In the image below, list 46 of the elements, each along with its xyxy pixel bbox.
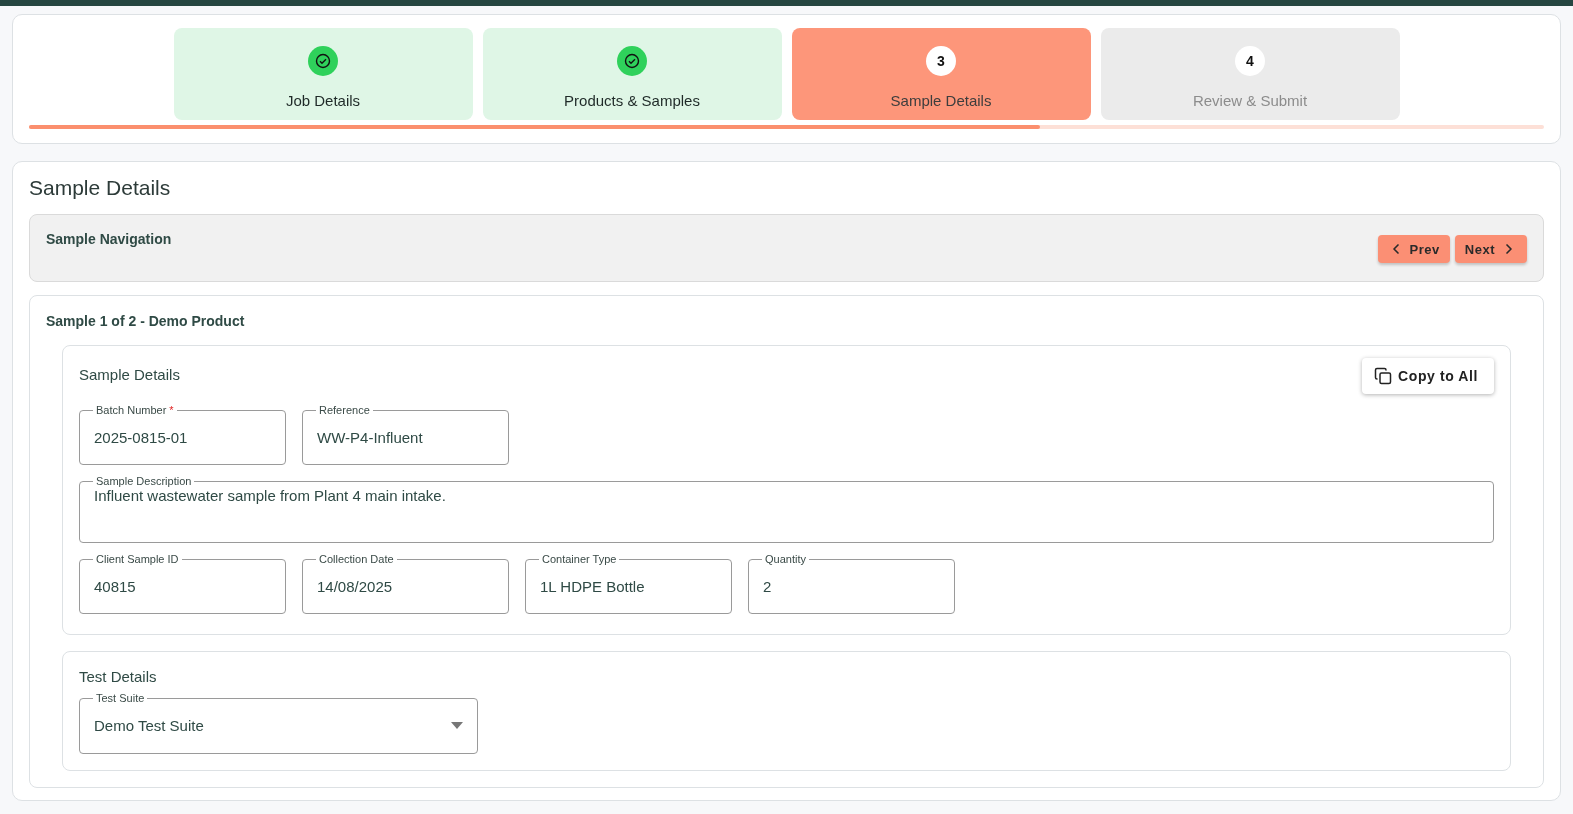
step-label: Sample Details [890,91,992,109]
field-value: 2025-0815-01 [94,428,189,448]
copy-icon [1374,367,1393,385]
field-label: Client Sample ID [95,553,180,565]
step-label: Review & Submit [1192,91,1308,109]
select-field[interactable]: Test Suite Demo Test Suite [79,692,478,754]
input-field[interactable]: Quantity 2 [748,553,955,614]
check-circle-icon [617,45,647,76]
field-value: 1L HDPE Bottle [540,577,646,597]
step-label: Products & Samples [564,91,700,109]
field-label: Container Type [541,553,618,565]
step-number: 3 [926,45,956,76]
step-card[interactable]: Products & Samples [482,28,782,120]
text-area[interactable]: Sample Description Influent wastewater sample from Plant 4 main intake. [79,475,1494,543]
input-field[interactable]: Batch Number * 2025-0815-01 [79,404,286,465]
field-label: Reference [318,404,371,416]
field-value: 40815 [94,577,137,597]
step-label: Job Details [285,91,361,109]
input-field[interactable]: Reference WW-P4-Influent [302,404,509,465]
field-label: Sample Description [95,475,193,487]
page-title: Sample Details [29,176,172,200]
section-title: Sample Details [79,366,180,383]
step-card[interactable]: Job Details [173,28,473,120]
step-number: 4 [1235,45,1265,76]
prev-button[interactable]: Prev [1377,235,1450,263]
section-title: Test Details [79,668,157,685]
field-label: Quantity [764,553,807,565]
input-field[interactable]: Client Sample ID 40815 [79,553,286,614]
field-value: WW-P4-Influent [317,428,424,448]
field-value: Demo Test Suite [94,717,205,736]
field-value: Influent wastewater sample from Plant 4 main intake. [94,487,447,506]
field-value: 2 [763,577,773,597]
step-card[interactable]: 3 Sample Details [791,28,1091,120]
field-label: Test Suite [95,692,146,704]
input-field[interactable]: Collection Date 14/08/2025 [302,553,509,614]
navigation-title: Sample Navigation [46,231,172,247]
field-label: Batch Number * [95,404,175,416]
field-value: 14/08/2025 [317,577,394,597]
next-button[interactable]: Next [1454,235,1527,263]
check-circle-icon [308,45,338,76]
input-field[interactable]: Container Type 1L HDPE Bottle [525,553,732,614]
sample-title: Sample 1 of 2 - Demo Product [46,313,246,329]
dropdown-caret-icon [451,722,463,729]
copy-to-all-button[interactable]: Copy to All [1362,358,1494,394]
field-label: Collection Date [318,553,395,565]
step-card[interactable]: 4 Review & Submit [1100,28,1400,120]
